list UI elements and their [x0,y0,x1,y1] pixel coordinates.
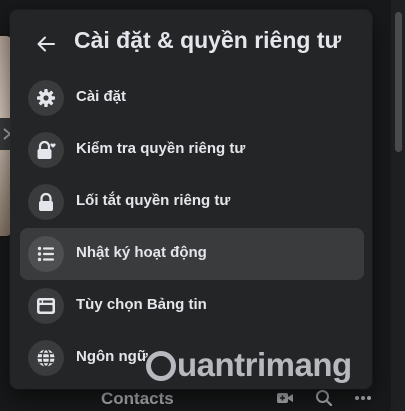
settings-privacy-menu: Cài đặt & quyền riêng tư Cài đặt Kiểm tr… [10,10,372,389]
lock-heart-icon [28,132,64,168]
menu-header: Cài đặt & quyền riêng tư [10,10,372,74]
menu-item-label: Tùy chọn Bảng tin [76,296,207,313]
menu-item-label: Cài đặt [76,88,127,105]
watermark-logo: uantrimang [146,346,352,384]
menu-item-settings[interactable]: Cài đặt [20,72,364,124]
back-button[interactable] [30,28,62,60]
contacts-heading: Contacts [101,389,174,408]
menu-item-label: Nhật ký hoạt động [76,244,207,261]
arrow-left-icon [37,36,55,52]
menu-item-label: Lối tắt quyền riêng tư [76,192,231,209]
new-room-icon[interactable] [274,388,296,408]
scrollbar-thumb[interactable] [395,12,402,152]
list-icon [28,236,64,272]
feed-icon [28,288,64,324]
menu-item-privacy-checkup[interactable]: Kiểm tra quyền riêng tư [20,124,364,176]
more-options-icon[interactable] [352,388,374,408]
menu-item-label: Ngôn ngữ [76,348,148,365]
menu-item-activity-log[interactable]: Nhật ký hoạt động [20,228,364,280]
menu-item-privacy-shortcuts[interactable]: Lối tắt quyền riêng tư [20,176,364,228]
menu-title: Cài đặt & quyền riêng tư [74,27,342,53]
globe-icon [28,340,64,376]
menu-item-label: Kiểm tra quyền riêng tư [76,140,246,157]
lock-icon [28,184,64,220]
page-scrollbar[interactable] [391,0,405,411]
search-contacts-icon[interactable] [313,388,335,408]
gear-icon [28,80,64,116]
watermark-text: uantrimang [177,346,352,383]
watermark-q-mark [146,351,176,381]
menu-item-feed-preferences[interactable]: Tùy chọn Bảng tin [20,280,364,332]
